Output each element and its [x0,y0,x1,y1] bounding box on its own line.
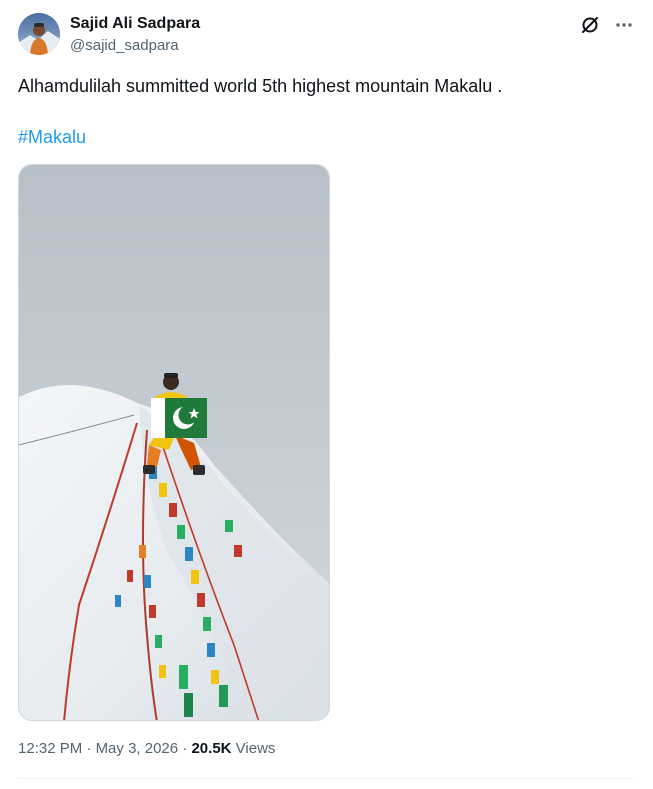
divider [18,778,635,779]
tweet-meta: 12:32 PM · May 3, 2026 · 20.5K Views [18,738,275,760]
avatar-photo-icon [18,13,60,55]
views-label: Views [235,740,276,757]
more-button[interactable] [613,14,635,36]
tweet-photo[interactable] [18,164,330,721]
meta-separator-2: · [182,740,188,757]
tweet-actions-top [579,14,635,36]
summit-photo [19,165,329,720]
tweet-card: Sajid Ali Sadpara @sajid_sadpara Alhamdu… [0,0,653,789]
tweet-text: Alhamdulilah summitted world 5th highest… [18,76,503,96]
hashtag-link[interactable]: #Makalu [18,125,86,149]
grok-button[interactable] [579,14,601,36]
tweet-date[interactable]: May 3, 2026 [96,740,179,757]
author-handle[interactable]: @sajid_sadpara [70,36,200,56]
meta-separator: · [86,740,92,757]
more-icon [616,23,632,27]
grok-icon [582,17,598,33]
author-block: Sajid Ali Sadpara @sajid_sadpara [70,14,200,56]
avatar[interactable] [18,13,60,55]
author-display-name[interactable]: Sajid Ali Sadpara [70,14,200,34]
views-count: 20.5K [191,740,232,757]
tweet-time[interactable]: 12:32 PM [18,740,82,757]
